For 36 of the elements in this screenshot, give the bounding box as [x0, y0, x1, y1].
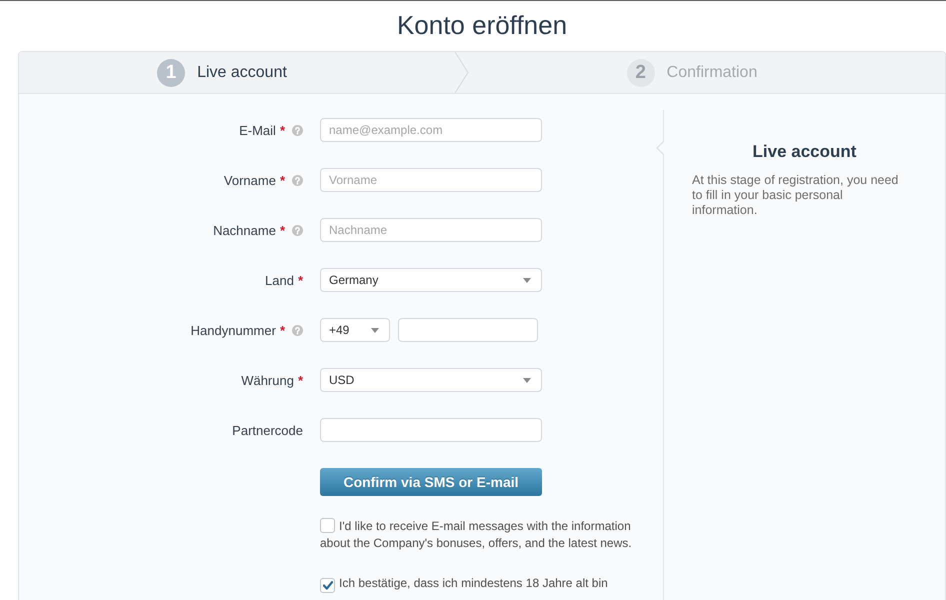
dropdown[interactable]: Germany — [320, 268, 542, 292]
step-number: 1 — [157, 58, 186, 86]
step-tab[interactable]: 1 Live account — [157, 58, 287, 86]
caret-icon — [523, 378, 531, 382]
required-mark: * — [280, 222, 285, 238]
checkbox[interactable] — [320, 578, 335, 593]
field-label: Währung — [241, 372, 294, 388]
required-mark: * — [280, 172, 285, 188]
input-field[interactable] — [398, 318, 538, 342]
checkbox[interactable] — [320, 518, 335, 533]
field-label: Partnercode — [232, 422, 303, 438]
input-field[interactable] — [320, 418, 542, 442]
checkbox-label[interactable]: I'd like to receive E-mail messages with the information about the Company's bonuses, offers, and the latest news. — [320, 518, 655, 552]
confirm-button[interactable]: Confirm via SMS or E-mail — [320, 468, 542, 496]
field-label: E-Mail — [239, 122, 276, 138]
required-mark: * — [298, 372, 303, 388]
caret-icon — [371, 328, 379, 332]
dropdown[interactable]: USD — [320, 368, 542, 392]
input-field[interactable]: name@example.com — [320, 118, 542, 142]
step-number: 2 — [626, 58, 655, 86]
input-field[interactable]: Vorname — [320, 168, 542, 192]
field-label: Nachname — [213, 222, 276, 238]
field-label: Vorname — [224, 172, 276, 188]
required-mark: * — [298, 272, 303, 288]
field-label: Land — [265, 272, 294, 288]
required-mark: * — [280, 122, 285, 138]
caret-icon — [523, 278, 531, 282]
checkmark-icon — [322, 581, 332, 590]
panel-description: At this stage of registration, you need to fill in your basic personal information. — [692, 173, 900, 218]
input-field[interactable]: Nachname — [320, 218, 542, 242]
panel-title: Live account — [752, 142, 858, 162]
checkbox-label[interactable]: Ich bestätige, dass ich mindestens 18 Jahre alt bin — [320, 575, 655, 593]
field-label: Handynummer — [190, 322, 276, 338]
page-title: Konto eröffnen — [396, 9, 568, 41]
dropdown[interactable]: +49 — [320, 318, 390, 342]
required-mark: * — [280, 322, 285, 338]
